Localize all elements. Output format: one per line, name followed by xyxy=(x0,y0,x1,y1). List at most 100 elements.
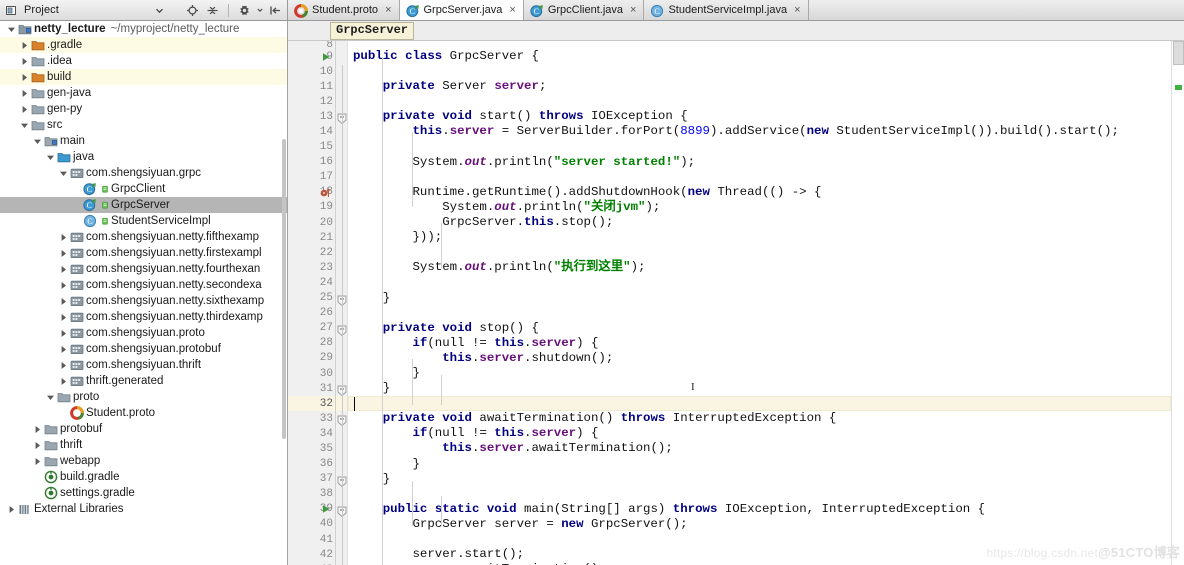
tree-item-com-shengsiyuan-proto[interactable]: com.shengsiyuan.proto xyxy=(0,325,287,341)
code-line-18[interactable]: Runtime.getRuntime().addShutdownHook(new… xyxy=(348,185,1171,200)
tree-item-external-libraries[interactable]: External Libraries xyxy=(0,501,287,517)
code-line-15[interactable] xyxy=(348,140,1171,155)
tree-item-build[interactable]: build xyxy=(0,69,287,85)
tree-item-com-shengsiyuan-grpc[interactable]: com.shengsiyuan.grpc xyxy=(0,165,287,181)
code-line-24[interactable] xyxy=(348,275,1171,290)
gutter-line-17[interactable]: 17 xyxy=(288,170,335,185)
tree-toggle-arrow[interactable] xyxy=(19,85,30,101)
tree-toggle-arrow[interactable] xyxy=(71,181,82,197)
gutter-line-22[interactable]: 22 xyxy=(288,245,335,260)
gutter-line-14[interactable]: 14 xyxy=(288,124,335,139)
code-line-9[interactable]: public class GrpcServer { xyxy=(348,49,1171,64)
gutter-line-19[interactable]: 19 xyxy=(288,200,335,215)
tree-item-com-shengsiyuan-netty-sixthexamp[interactable]: com.shengsiyuan.netty.sixthexamp xyxy=(0,293,287,309)
fold-line-9[interactable] xyxy=(336,49,347,64)
gutter-line-23[interactable]: 23 xyxy=(288,260,335,275)
project-tree-panel[interactable]: netty_lecture ~/myproject/netty_lecture .g… xyxy=(0,21,288,565)
chevron-down-icon[interactable] xyxy=(152,3,167,18)
code-line-10[interactable] xyxy=(348,64,1171,79)
tree-toggle-arrow[interactable] xyxy=(45,149,56,165)
code-line-25[interactable]: } xyxy=(348,291,1171,306)
tree-toggle-arrow[interactable] xyxy=(58,405,69,421)
code-line-26[interactable] xyxy=(348,306,1171,321)
code-line-35[interactable]: this.server.awaitTermination(); xyxy=(348,441,1171,456)
tree-item-grpcclient[interactable]: C GrpcClient xyxy=(0,181,287,197)
editor-tab-student-proto[interactable]: Student.proto × xyxy=(288,0,400,20)
code-line-22[interactable] xyxy=(348,245,1171,260)
tree-item-com-shengsiyuan-netty-fifthexamp[interactable]: com.shengsiyuan.netty.fifthexamp xyxy=(0,229,287,245)
tree-item-webapp[interactable]: webapp xyxy=(0,453,287,469)
code-line-13[interactable]: private void start() throws IOException … xyxy=(348,109,1171,124)
tree-item--gradle[interactable]: .gradle xyxy=(0,37,287,53)
tree-toggle-arrow[interactable] xyxy=(32,421,43,437)
line-number-gutter[interactable]: 8910 11 12 13 14 15 16 171819 20 21 22 23 24 25 26 27 28… xyxy=(288,41,336,565)
tree-item-com-shengsiyuan-protobuf[interactable]: com.shengsiyuan.protobuf xyxy=(0,341,287,357)
code-text-area[interactable]: public class GrpcServer { private Server… xyxy=(348,41,1171,565)
gutter-line-18[interactable]: 18 xyxy=(288,185,335,200)
gutter-line-31[interactable]: 31 xyxy=(288,381,335,396)
gutter-line-25[interactable]: 25 xyxy=(288,291,335,306)
gutter-line-36[interactable]: 36 xyxy=(288,457,335,472)
tree-item-build-gradle[interactable]: build.gradle xyxy=(0,469,287,485)
code-line-12[interactable] xyxy=(348,94,1171,109)
tree-item-main[interactable]: main xyxy=(0,133,287,149)
gutter-line-16[interactable]: 16 xyxy=(288,155,335,170)
gutter-line-9[interactable]: 9 xyxy=(288,49,335,64)
breadcrumb-class[interactable]: GrpcServer xyxy=(330,21,415,40)
tree-scroll-thumb[interactable] xyxy=(282,139,286,439)
tree-scrollbar[interactable] xyxy=(282,21,287,565)
code-line-19[interactable]: System.out.println("关闭jvm"); xyxy=(348,200,1171,215)
code-line-14[interactable]: this.server = ServerBuilder.forPort(8899… xyxy=(348,124,1171,139)
tree-toggle-arrow[interactable] xyxy=(19,53,30,69)
tree-toggle-arrow[interactable] xyxy=(6,21,17,37)
tree-toggle-arrow[interactable] xyxy=(58,277,69,293)
code-line-23[interactable]: System.out.println("执行到这里"); xyxy=(348,260,1171,275)
code-line-29[interactable]: this.server.shutdown(); xyxy=(348,351,1171,366)
locate-icon[interactable] xyxy=(185,3,200,18)
code-line-16[interactable]: System.out.println("server started!"); xyxy=(348,155,1171,170)
run-gutter-icon[interactable] xyxy=(319,50,333,64)
gutter-line-13[interactable]: 13 xyxy=(288,109,335,124)
editor-tab-grpcserver-java[interactable]: C GrpcServer.java × xyxy=(399,0,524,20)
tree-item-settings-gradle[interactable]: settings.gradle xyxy=(0,485,287,501)
gutter-line-27[interactable]: 27 xyxy=(288,321,335,336)
code-line-20[interactable]: GrpcServer.this.stop(); xyxy=(348,215,1171,230)
tree-toggle-arrow[interactable] xyxy=(32,133,43,149)
code-line-36[interactable]: } xyxy=(348,457,1171,472)
tree-item-src[interactable]: src xyxy=(0,117,287,133)
gutter-line-21[interactable]: 21 xyxy=(288,230,335,245)
tree-item-student-proto[interactable]: Student.proto xyxy=(0,405,287,421)
tree-toggle-arrow[interactable] xyxy=(32,453,43,469)
tree-toggle-arrow[interactable] xyxy=(19,101,30,117)
gutter-line-28[interactable]: 28 xyxy=(288,336,335,351)
tree-toggle-arrow[interactable] xyxy=(71,197,82,213)
gear-chevron-icon[interactable] xyxy=(257,3,263,18)
tree-item-com-shengsiyuan-netty-firstexampl[interactable]: com.shengsiyuan.netty.firstexampl xyxy=(0,245,287,261)
code-line-37[interactable]: } xyxy=(348,472,1171,487)
tree-item-java[interactable]: java xyxy=(0,149,287,165)
code-line-17[interactable] xyxy=(348,170,1171,185)
tree-item-thrift-generated[interactable]: thrift.generated xyxy=(0,373,287,389)
gutter-line-33[interactable]: 33 xyxy=(288,411,335,426)
editor-tab-studentserviceimpl-java[interactable]: C StudentServiceImpl.java × xyxy=(644,0,809,20)
tree-toggle-arrow[interactable] xyxy=(58,357,69,373)
gutter-line-29[interactable]: 29 xyxy=(288,351,335,366)
gutter-line-35[interactable]: 35 xyxy=(288,441,335,456)
tree-item-grpcserver[interactable]: C GrpcServer xyxy=(0,197,287,213)
stripe-marker-green[interactable] xyxy=(1175,85,1182,90)
settings-gear-icon[interactable] xyxy=(237,3,252,18)
tree-toggle-arrow[interactable] xyxy=(58,261,69,277)
tree-item-gen-py[interactable]: gen-py xyxy=(0,101,287,117)
gutter-line-15[interactable]: 15 xyxy=(288,140,335,155)
tree-item-com-shengsiyuan-thrift[interactable]: com.shengsiyuan.thrift xyxy=(0,357,287,373)
tree-toggle-arrow[interactable] xyxy=(58,245,69,261)
gutter-line-37[interactable]: 37 xyxy=(288,472,335,487)
code-line-27[interactable]: private void stop() { xyxy=(348,321,1171,336)
tree-toggle-arrow[interactable] xyxy=(32,485,43,501)
gutter-line-41[interactable]: 41 xyxy=(288,532,335,547)
tree-item-gen-java[interactable]: gen-java xyxy=(0,85,287,101)
gutter-line-30[interactable]: 30 xyxy=(288,366,335,381)
scrollbar-thumb[interactable] xyxy=(1173,41,1184,65)
tree-toggle-arrow[interactable] xyxy=(58,309,69,325)
lambda-marker-icon[interactable] xyxy=(319,185,333,199)
